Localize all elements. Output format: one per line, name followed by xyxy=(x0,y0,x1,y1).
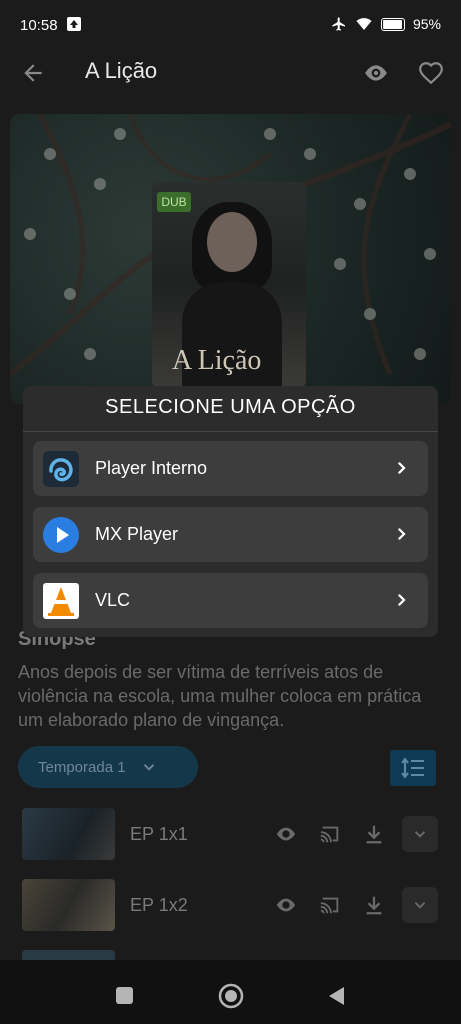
dub-badge: DUB xyxy=(157,192,191,212)
chevron-down-icon xyxy=(414,902,426,909)
poster-title: A Lição xyxy=(172,345,262,376)
favorite-heart-icon[interactable] xyxy=(418,60,444,91)
dialog-divider xyxy=(23,431,438,432)
option-label: MX Player xyxy=(95,524,179,544)
watched-eye-icon[interactable] xyxy=(272,820,300,848)
episode-thumbnail xyxy=(22,808,115,860)
sort-order-button[interactable] xyxy=(390,750,436,786)
season-dropdown[interactable]: Temporada 1 xyxy=(18,746,198,788)
season-label: Temporada 1 xyxy=(38,758,126,776)
airplane-icon xyxy=(332,17,345,31)
status-time: 10:58 xyxy=(20,17,58,34)
episode-label: EP 1x2 xyxy=(130,895,188,915)
battery-level: 95% xyxy=(412,16,441,32)
chevron-right-icon xyxy=(392,458,410,483)
option-label: Player Interno xyxy=(95,458,208,478)
cast-icon[interactable] xyxy=(316,891,344,919)
episode-thumbnail xyxy=(22,950,115,960)
chevron-right-icon xyxy=(392,590,410,615)
download-icon[interactable] xyxy=(360,820,388,848)
option-player-interno[interactable]: Player Interno xyxy=(33,441,428,496)
episode-thumbnail xyxy=(22,879,115,931)
chevron-right-icon xyxy=(392,524,410,549)
watched-eye-icon[interactable] xyxy=(272,891,300,919)
cast-icon[interactable] xyxy=(316,820,344,848)
expand-episode-button[interactable] xyxy=(402,887,438,923)
eye-icon[interactable] xyxy=(362,60,390,91)
wifi-icon xyxy=(356,18,372,30)
sort-icon xyxy=(401,757,424,779)
system-navigation-bar xyxy=(0,960,461,1024)
option-mx-player[interactable]: MX Player xyxy=(33,507,428,562)
chevron-down-icon xyxy=(143,764,154,771)
dialog-title: SELECIONE UMA OPÇÃO xyxy=(105,396,356,418)
vlc-icon xyxy=(43,583,79,619)
expand-episode-button[interactable] xyxy=(402,816,438,852)
synopsis-text: Anos depois de ser vítima de terríveis a… xyxy=(18,662,422,730)
back-arrow-icon[interactable] xyxy=(20,60,46,91)
option-label: VLC xyxy=(95,590,131,610)
player-interno-icon xyxy=(43,451,79,487)
option-vlc[interactable]: VLC xyxy=(33,573,428,628)
upload-notification-icon xyxy=(67,17,81,31)
app-bar: A Lição xyxy=(0,50,461,96)
episode-label: EP 1x1 xyxy=(130,824,188,844)
recents-button[interactable] xyxy=(116,987,133,1004)
battery-icon xyxy=(380,17,405,31)
status-icons: 95% xyxy=(331,16,441,32)
episode-row[interactable]: EP 1x1 xyxy=(22,808,442,864)
player-select-dialog: SELECIONE UMA OPÇÃO Player Interno MX Pl… xyxy=(23,386,438,637)
chevron-down-icon xyxy=(414,831,426,838)
back-button[interactable] xyxy=(326,985,346,1012)
page-title: A Lição xyxy=(85,58,158,83)
episode-row[interactable]: EP 1x2 xyxy=(22,879,442,935)
mx-player-icon xyxy=(43,517,79,553)
download-icon[interactable] xyxy=(360,891,388,919)
status-bar: 10:58 95% xyxy=(0,0,461,50)
home-button[interactable] xyxy=(218,983,244,1014)
